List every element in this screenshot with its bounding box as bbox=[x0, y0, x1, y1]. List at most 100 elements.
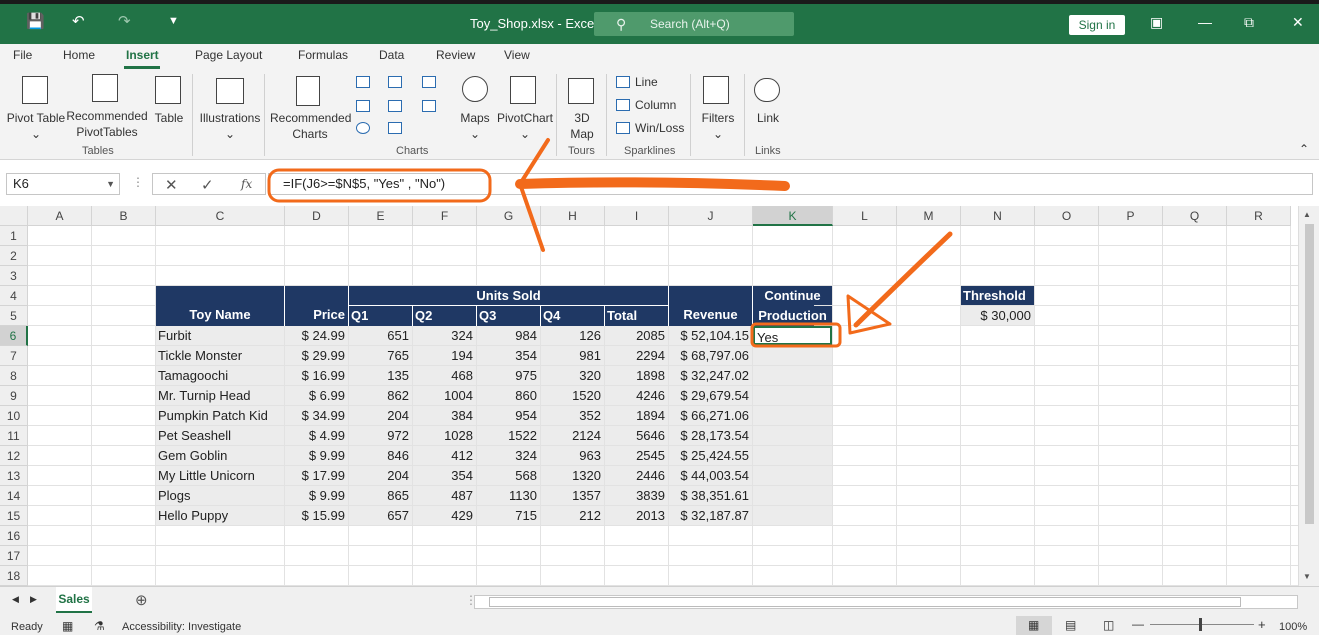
table-cell-total[interactable]: 4246 bbox=[605, 386, 668, 405]
enter-icon[interactable]: ✓ bbox=[201, 176, 214, 194]
table-cell-q4[interactable]: 1520 bbox=[541, 386, 604, 405]
table-cell-total[interactable]: 1898 bbox=[605, 366, 668, 385]
table-cell-price[interactable]: $ 24.99 bbox=[285, 326, 348, 345]
next-sheet-icon[interactable]: ▶ bbox=[30, 594, 37, 605]
table-cell-total[interactable]: 2085 bbox=[605, 326, 668, 345]
header-total[interactable]: Total bbox=[605, 306, 668, 325]
table-cell-name[interactable]: Mr. Turnip Head bbox=[156, 386, 284, 405]
tab-insert[interactable]: Insert bbox=[126, 48, 159, 62]
row-header-10[interactable]: 10 bbox=[0, 406, 28, 426]
zoom-out-icon[interactable]: — bbox=[1132, 617, 1144, 631]
table-cell-q3[interactable]: 568 bbox=[477, 466, 540, 485]
vertical-scrollbar[interactable]: ▲ ▼ bbox=[1298, 206, 1319, 586]
maps-button[interactable]: Maps ⌄ bbox=[455, 110, 495, 142]
table-button[interactable]: Table bbox=[150, 110, 188, 126]
table-cell-revenue[interactable]: $ 29,679.54 bbox=[669, 386, 752, 405]
table-cell-q2[interactable]: 384 bbox=[413, 406, 476, 425]
table-cell-cont[interactable] bbox=[753, 386, 832, 405]
table-cell-name[interactable]: Furbit bbox=[156, 326, 284, 345]
header-q3[interactable]: Q3 bbox=[477, 306, 540, 325]
table-cell-name[interactable]: Plogs bbox=[156, 486, 284, 505]
table-cell-revenue[interactable]: $ 25,424.55 bbox=[669, 446, 752, 465]
sparkline-line-button[interactable]: Line bbox=[635, 75, 658, 89]
table-cell-q4[interactable]: 1320 bbox=[541, 466, 604, 485]
tab-home[interactable]: Home bbox=[63, 48, 95, 62]
threshold-label[interactable]: Threshold bbox=[961, 286, 1034, 305]
cancel-icon[interactable]: ✕ bbox=[165, 176, 178, 194]
tab-page-layout[interactable]: Page Layout bbox=[195, 48, 262, 62]
tab-view[interactable]: View bbox=[504, 48, 530, 62]
table-cell-price[interactable]: $ 29.99 bbox=[285, 346, 348, 365]
table-cell-name[interactable]: Pet Seashell bbox=[156, 426, 284, 445]
table-cell-name[interactable]: Pumpkin Patch Kid bbox=[156, 406, 284, 425]
table-cell-price[interactable]: $ 9.99 bbox=[285, 446, 348, 465]
table-cell-total[interactable]: 2013 bbox=[605, 506, 668, 525]
column-header-n[interactable]: N bbox=[961, 206, 1035, 226]
header-q4[interactable]: Q4 bbox=[541, 306, 604, 325]
table-cell-q2[interactable]: 354 bbox=[413, 466, 476, 485]
horizontal-scrollbar[interactable] bbox=[474, 595, 1298, 609]
minimize-icon[interactable]: — bbox=[1198, 14, 1212, 30]
column-header-h[interactable]: H bbox=[541, 206, 605, 226]
table-cell-q1[interactable]: 135 bbox=[349, 366, 412, 385]
table-cell-q1[interactable]: 204 bbox=[349, 406, 412, 425]
column-header-j[interactable]: J bbox=[669, 206, 753, 226]
table-cell-q4[interactable]: 352 bbox=[541, 406, 604, 425]
table-cell-q1[interactable]: 865 bbox=[349, 486, 412, 505]
header-price[interactable]: Price bbox=[285, 286, 348, 325]
table-cell-cont[interactable] bbox=[753, 446, 832, 465]
table-cell-revenue[interactable]: $ 52,104.15 bbox=[669, 326, 752, 345]
table-cell-revenue[interactable]: $ 32,187.87 bbox=[669, 506, 752, 525]
table-cell-revenue[interactable]: $ 32,247.02 bbox=[669, 366, 752, 385]
pivotchart-button[interactable]: PivotChart ⌄ bbox=[496, 110, 554, 142]
column-header-e[interactable]: E bbox=[349, 206, 413, 226]
normal-view-button[interactable]: ▦ bbox=[1016, 616, 1052, 635]
close-icon[interactable]: ✕ bbox=[1292, 14, 1304, 31]
3d-map-button[interactable]: 3D Map bbox=[560, 110, 604, 142]
table-cell-q3[interactable]: 860 bbox=[477, 386, 540, 405]
column-header-o[interactable]: O bbox=[1035, 206, 1099, 226]
zoom-slider[interactable] bbox=[1150, 624, 1254, 625]
table-cell-cont[interactable] bbox=[753, 346, 832, 365]
table-cell-q4[interactable]: 963 bbox=[541, 446, 604, 465]
table-cell-name[interactable]: Tickle Monster bbox=[156, 346, 284, 365]
table-cell-q4[interactable]: 212 bbox=[541, 506, 604, 525]
worksheet-grid[interactable]: A B C D E F G H I J K L M N O P Q R 1 2 3 4 5 6 7 8 9 10 11 12 13 14 15 1… bbox=[0, 206, 1298, 586]
hierarchy-chart-icon[interactable] bbox=[388, 76, 402, 88]
search-box[interactable]: ⚲ Search (Alt+Q) bbox=[594, 12, 794, 36]
zoom-level[interactable]: 100% bbox=[1279, 621, 1307, 633]
accessibility-icon[interactable]: ⚗ bbox=[94, 619, 105, 633]
zoom-in-icon[interactable]: + bbox=[1258, 617, 1266, 632]
scroll-down-icon[interactable]: ▼ bbox=[1303, 572, 1311, 581]
table-cell-price[interactable]: $ 15.99 bbox=[285, 506, 348, 525]
table-cell-price[interactable]: $ 17.99 bbox=[285, 466, 348, 485]
recommended-charts-button[interactable]: Recommended Charts bbox=[270, 110, 351, 142]
table-cell-q1[interactable]: 846 bbox=[349, 446, 412, 465]
table-cell-q1[interactable]: 657 bbox=[349, 506, 412, 525]
row-header-6[interactable]: 6 bbox=[0, 326, 28, 346]
table-cell-price[interactable]: $ 34.99 bbox=[285, 406, 348, 425]
column-header-a[interactable]: A bbox=[28, 206, 92, 226]
table-cell-total[interactable]: 2446 bbox=[605, 466, 668, 485]
table-cell-q1[interactable]: 765 bbox=[349, 346, 412, 365]
table-cell-q4[interactable]: 2124 bbox=[541, 426, 604, 445]
chevron-down-icon[interactable]: ▼ bbox=[106, 174, 115, 194]
header-revenue[interactable]: Revenue bbox=[669, 286, 752, 325]
select-all-corner[interactable] bbox=[0, 206, 28, 226]
table-cell-q2[interactable]: 324 bbox=[413, 326, 476, 345]
table-cell-total[interactable]: 2294 bbox=[605, 346, 668, 365]
accessibility-status[interactable]: Accessibility: Investigate bbox=[122, 621, 241, 633]
table-cell-cont[interactable] bbox=[753, 506, 832, 525]
row-header-9[interactable]: 9 bbox=[0, 386, 28, 406]
row-header-3[interactable]: 3 bbox=[0, 266, 28, 286]
table-cell-name[interactable]: Tamagoochi bbox=[156, 366, 284, 385]
column-header-r[interactable]: R bbox=[1227, 206, 1291, 226]
table-cell-revenue[interactable]: $ 68,797.06 bbox=[669, 346, 752, 365]
tab-file[interactable]: File bbox=[13, 48, 32, 62]
scroll-up-icon[interactable]: ▲ bbox=[1303, 210, 1311, 219]
column-header-k[interactable]: K bbox=[753, 206, 833, 226]
table-cell-q3[interactable]: 984 bbox=[477, 326, 540, 345]
table-cell-price[interactable]: $ 4.99 bbox=[285, 426, 348, 445]
table-cell-name[interactable]: My Little Unicorn bbox=[156, 466, 284, 485]
collapse-ribbon-icon[interactable]: ⌃ bbox=[1299, 142, 1309, 156]
